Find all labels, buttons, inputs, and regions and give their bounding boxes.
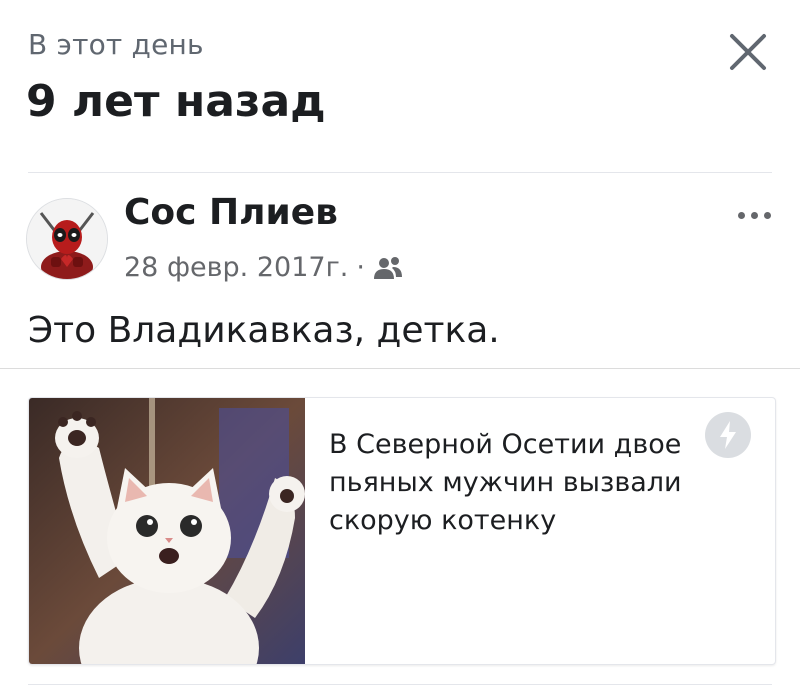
avatar[interactable] — [26, 198, 108, 280]
cat-thumbnail — [29, 398, 305, 664]
memory-title: 9 лет назад — [26, 76, 326, 127]
memory-subtitle: В этот день — [28, 28, 204, 61]
post-text: Это Владикавказ, детка. — [28, 310, 500, 351]
screenshot-cut-line — [0, 368, 800, 369]
post-date[interactable]: 28 февр. 2017г. — [124, 252, 348, 283]
header-divider — [28, 172, 772, 173]
friends-icon — [373, 256, 402, 279]
deadpool-avatar — [27, 199, 107, 279]
post-author-name[interactable]: Сос Плиев — [124, 192, 338, 233]
link-preview-card[interactable]: В Северной Осетии двое пьяных мужчин выз… — [28, 397, 776, 665]
more-dot — [751, 211, 758, 219]
meta-separator: · — [356, 252, 365, 283]
amp-lightning-icon — [720, 421, 736, 449]
more-options-icon — [738, 211, 745, 219]
amp-badge — [705, 412, 751, 458]
more-dot — [764, 211, 771, 219]
bottom-divider — [28, 684, 772, 685]
close-icon — [730, 34, 766, 70]
link-title[interactable]: В Северной Осетии двое пьяных мужчин выз… — [329, 426, 749, 540]
more-options-button[interactable] — [738, 208, 776, 222]
post-meta: 28 февр. 2017г. · — [124, 252, 403, 283]
close-button[interactable] — [726, 30, 770, 74]
